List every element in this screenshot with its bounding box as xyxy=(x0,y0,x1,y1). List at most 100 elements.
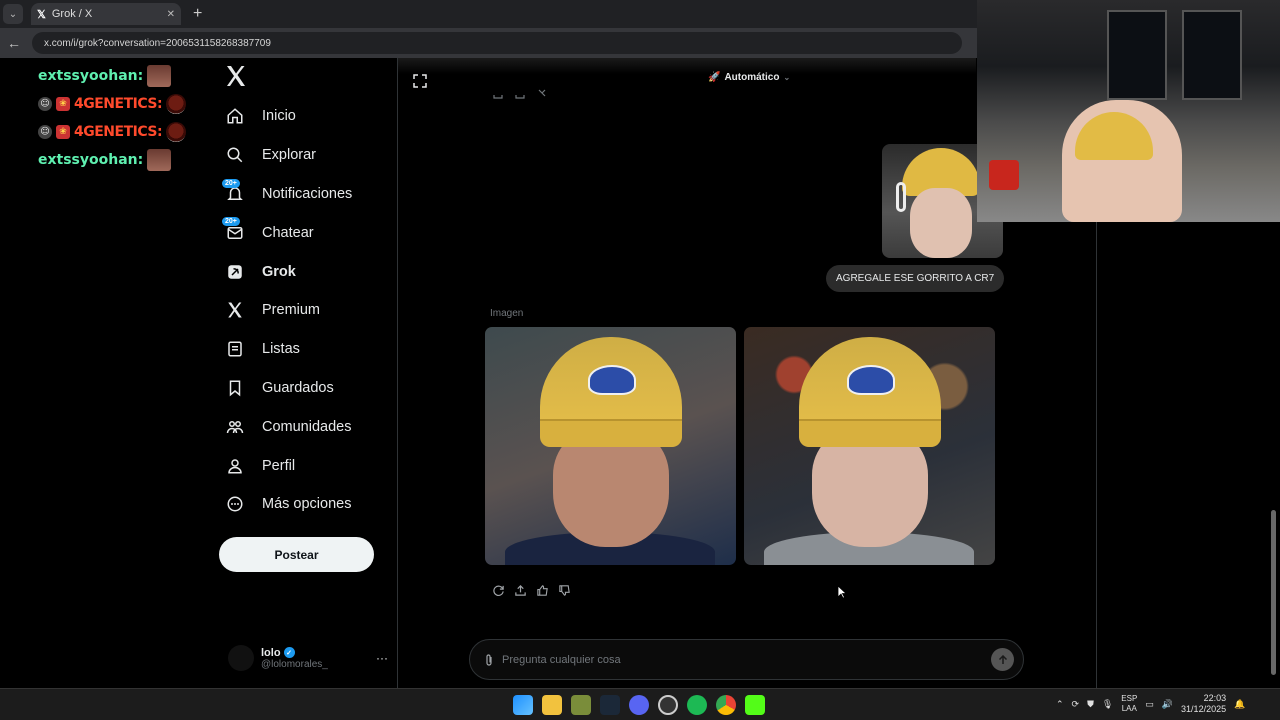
sidebar-item-explorar[interactable]: Explorar xyxy=(222,136,392,175)
discord-icon[interactable] xyxy=(629,695,649,715)
sidebar-item-premium[interactable]: Premium xyxy=(222,291,392,330)
sidebar-item-chatear[interactable]: 20+ Chatear xyxy=(222,213,392,252)
tab-search-button[interactable]: ⌄ xyxy=(3,4,23,24)
profile-name-row: lolo ✓ xyxy=(261,647,328,659)
scrollbar[interactable] xyxy=(1271,510,1276,675)
network-icon[interactable]: ▭ xyxy=(1145,699,1154,710)
generated-image[interactable] xyxy=(485,327,736,565)
chat-message: ☺ ❀ 4GENETICS: xyxy=(38,118,208,146)
sidebar-item-inicio[interactable]: Inicio xyxy=(222,97,392,136)
window-shape xyxy=(1182,10,1242,100)
sidebar-item-label: Inicio xyxy=(262,108,296,125)
share-icon[interactable] xyxy=(514,584,527,597)
notification-badge: 20+ xyxy=(222,217,240,227)
attach-icon[interactable] xyxy=(482,653,496,667)
generated-image[interactable] xyxy=(744,327,995,565)
thumbs-up-icon[interactable] xyxy=(536,584,549,597)
expand-icon[interactable] xyxy=(412,73,428,89)
verified-icon: ✓ xyxy=(283,647,295,658)
address-bar[interactable]: x.com/i/grok?conversation=20065311582683… xyxy=(32,32,962,54)
windows-start-icon[interactable] xyxy=(513,695,533,715)
taskbar-apps xyxy=(513,695,765,715)
profile-name: lolo xyxy=(261,646,281,659)
x-logo-icon[interactable] xyxy=(224,64,248,88)
dislike-icon[interactable] xyxy=(536,87,548,99)
taskbar: ⌃ ⟳ ⛊ 🎙 ESP LAA ▭ 🔊 22:03 31/12/2025 🔔 xyxy=(0,688,1280,720)
face-shape xyxy=(910,188,972,258)
list-icon xyxy=(222,336,248,362)
window-shape xyxy=(1107,10,1167,100)
grok-icon xyxy=(222,259,248,285)
post-button[interactable]: Postear xyxy=(219,537,374,572)
headphones-shape xyxy=(896,182,906,212)
minecraft-icon[interactable] xyxy=(571,695,591,715)
sidebar-item-label: Grok xyxy=(262,263,296,280)
regenerate-icon[interactable] xyxy=(492,584,505,597)
defender-icon[interactable]: ⛊ xyxy=(1087,699,1094,710)
webcam-overlay xyxy=(977,0,1280,222)
like-icon[interactable] xyxy=(514,87,526,99)
chevron-up-icon[interactable]: ⌃ xyxy=(1056,699,1064,710)
chat-username: extssyoohan: xyxy=(38,152,144,168)
sidebar-item-guardados[interactable]: Guardados xyxy=(222,369,392,408)
chevron-down-icon: ⌄ xyxy=(783,73,791,82)
chat-message: extssyoohan: xyxy=(38,62,208,90)
previous-message-actions xyxy=(492,87,548,99)
search-icon xyxy=(222,142,248,168)
notification-badge: 20+ xyxy=(222,178,240,188)
sidebar-item-label: Perfil xyxy=(262,457,296,474)
ask-input[interactable] xyxy=(502,653,991,666)
emote-icon xyxy=(147,65,172,87)
speaker-icon[interactable]: 🔊 xyxy=(1162,699,1173,710)
share-icon[interactable] xyxy=(492,87,504,99)
chat-message: extssyoohan: xyxy=(38,146,208,174)
sidebar-nav: Inicio Explorar 20+ Notificaciones 20+ C… xyxy=(222,97,392,524)
system-tray: ⌃ ⟳ ⛊ 🎙 ESP LAA ▭ 🔊 22:03 31/12/2025 🔔 xyxy=(1056,693,1245,715)
browser-tab[interactable]: 𝕏 Grok / X ✕ xyxy=(31,3,181,25)
lang-bottom: LAA xyxy=(1121,704,1137,713)
sync-icon[interactable]: ⟳ xyxy=(1072,699,1080,710)
microphone-icon[interactable]: 🎙 xyxy=(1102,699,1113,710)
beanie-band xyxy=(540,419,682,447)
x-favicon-icon: 𝕏 xyxy=(37,8,46,21)
emote-icon xyxy=(147,149,172,171)
sidebar-item-comunidades[interactable]: Comunidades xyxy=(222,407,392,446)
sidebar-item-grok[interactable]: Grok xyxy=(222,252,392,291)
emote-icon xyxy=(166,94,187,114)
sidebar-item-mas-opciones[interactable]: Más opciones xyxy=(222,485,392,524)
chrome-icon[interactable] xyxy=(716,695,736,715)
send-button[interactable] xyxy=(991,648,1014,671)
stream-chat-overlay: extssyoohan: ☺ ❀ 4GENETICS: ☺ ❀ 4GENETIC… xyxy=(38,62,208,174)
date: 31/12/2025 xyxy=(1181,704,1227,714)
sidebar-item-perfil[interactable]: Perfil xyxy=(222,446,392,485)
screen: ⌄ 𝕏 Grok / X ✕ + ← x.com/i/grok?conversa… xyxy=(0,0,1280,720)
steam-icon[interactable] xyxy=(600,695,620,715)
mode-selector[interactable]: 🚀 Automático ⌄ xyxy=(708,72,790,83)
rocket-icon: 🚀 xyxy=(708,72,721,83)
sidebar-item-notificaciones[interactable]: 20+ Notificaciones xyxy=(222,175,392,214)
arrow-up-icon xyxy=(998,654,1007,664)
badge-icon: ☺ xyxy=(38,125,52,139)
spotify-icon[interactable] xyxy=(687,695,707,715)
language-indicator[interactable]: ESP LAA xyxy=(1121,694,1137,714)
close-tab-icon[interactable]: ✕ xyxy=(167,9,175,20)
account-switcher[interactable]: lolo ✓ @lolomorales_ ··· xyxy=(228,643,388,673)
back-arrow-icon[interactable]: ← xyxy=(0,35,28,51)
emblem-shape xyxy=(588,365,636,395)
new-tab-button[interactable]: + xyxy=(193,5,202,23)
more-icon[interactable]: ··· xyxy=(376,651,388,665)
mouse-cursor-icon xyxy=(837,585,847,599)
kick-icon[interactable] xyxy=(745,695,765,715)
file-explorer-icon[interactable] xyxy=(542,695,562,715)
sidebar-item-label: Premium xyxy=(262,302,321,319)
sidebar-item-label: Guardados xyxy=(262,379,334,396)
chat-message: ☺ ❀ 4GENETICS: xyxy=(38,90,208,118)
obs-icon[interactable] xyxy=(658,695,678,715)
thumbs-down-icon[interactable] xyxy=(558,584,571,597)
sidebar-item-listas[interactable]: Listas xyxy=(222,330,392,369)
notifications-icon[interactable]: 🔔 xyxy=(1234,699,1245,710)
mode-label: Automático xyxy=(724,72,780,83)
clock[interactable]: 22:03 31/12/2025 xyxy=(1181,693,1226,715)
beanie-shape xyxy=(540,337,682,447)
person-icon xyxy=(222,453,248,479)
